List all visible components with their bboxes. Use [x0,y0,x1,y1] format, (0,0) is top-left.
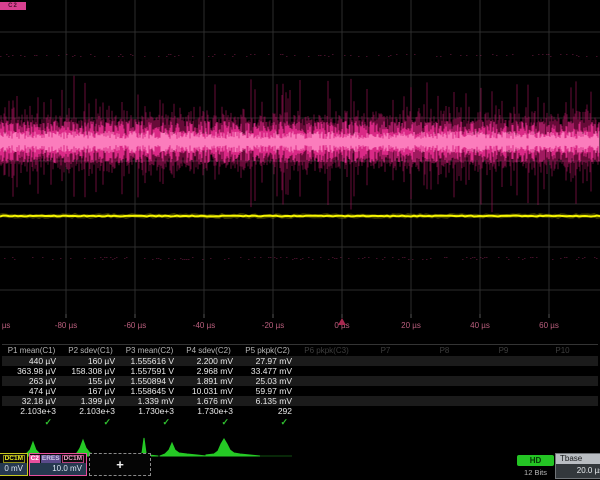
measure-column-header[interactable]: P2 sdev(C1) [61,346,120,355]
measure-stat-value: 6.135 mV [238,396,297,406]
oscilloscope-screen: C2 -100 µs-80 µs-60 µs-40 µs-20 µs0 µs20… [0,0,600,480]
measure-stat-value: 2.968 mV [179,366,238,376]
measure-stat-value: 10.031 mV [179,386,238,396]
time-axis-label: -20 µs [262,321,284,330]
measure-stat-value: 167 µV [61,386,120,396]
measure-stat-value: 474 µV [2,386,61,396]
timebase-value: 20.0 µs [556,464,600,478]
measure-column-header[interactable]: P1 mean(C1) [2,346,61,355]
timebase-descriptor[interactable]: Tbase 20.0 µs [555,453,600,479]
waveform-grid[interactable] [0,0,600,340]
hd-mode-badge[interactable]: HD [517,455,554,466]
time-axis-label: 20 µs [401,321,421,330]
measure-column-header[interactable]: P3 mean(C2) [120,346,179,355]
measure-column-header[interactable]: P5 pkpk(C2) [238,346,297,355]
measure-stat-value: 160 µV [61,356,120,366]
measure-column-header[interactable]: P7 [356,346,415,355]
measure-column-header[interactable]: P6 pkpk(C3) [297,346,356,355]
measure-stat-value: 1.891 mV [179,376,238,386]
measure-stat-value: 2.103e+3 [61,406,120,416]
hd-bits-label: 12 Bits [517,468,554,477]
add-trace-slot[interactable]: + [89,453,151,476]
measure-stat-value: 1.399 µV [61,396,120,406]
measure-stat-value: 25.03 mV [238,376,297,386]
measure-stat-value: 1.339 mV [120,396,179,406]
measure-stat-value: 1.558645 V [120,386,179,396]
c2-coupling-badge: DC1M [62,455,84,463]
measure-stat-value: 1.730e+3 [120,406,179,416]
measure-stat-value: 1.730e+3 [179,406,238,416]
measure-stat-value: 1.676 mV [179,396,238,406]
measure-stat-value: 263 µV [2,376,61,386]
measure-stat-value: 2.200 mV [179,356,238,366]
timebase-title: Tbase [556,454,600,464]
time-axis-label: 40 µs [470,321,490,330]
measure-column-header[interactable]: P8 [415,346,474,355]
time-axis-label: -100 µs [0,321,10,330]
measure-column-header[interactable]: P4 sdev(C2) [179,346,238,355]
plus-icon: + [116,458,124,471]
measure-stat-value: 1.555616 V [120,356,179,366]
measure-stat-value: 32.18 µV [2,396,61,406]
measure-stat-value: 1.557591 V [120,366,179,376]
time-axis-label: -60 µs [124,321,146,330]
c2-eres-badge: ERES [41,455,61,463]
trace-annotation-badge[interactable]: C2 [0,2,26,10]
measure-stat-value: 158.308 µV [61,366,120,376]
c2-label-badge: C2 [30,455,40,463]
time-axis-label: -80 µs [55,321,77,330]
measure-stat-value: 27.97 mV [238,356,297,366]
measure-column-header[interactable]: P9 [474,346,533,355]
measure-stat-value: 33.477 mV [238,366,297,376]
channel-c2-descriptor[interactable]: C2 ERES DC1M 10.0 mV [29,453,87,476]
measure-stat-value: 59.97 mV [238,386,297,396]
measure-stat-value: 2.103e+3 [2,406,61,416]
channel-c1-descriptor[interactable]: DC1M 0 mV [0,453,28,476]
c1-vdiv-value: 0 mV [0,463,27,475]
time-axis-label: 60 µs [539,321,559,330]
measure-stat-value: 440 µV [2,356,61,366]
measure-stat-value: 155 µV [61,376,120,386]
measure-stat-value: 292 [238,406,297,416]
measure-column-header[interactable]: P10 [533,346,592,355]
trigger-position-marker[interactable] [338,318,346,325]
c2-vdiv-value: 10.0 mV [30,463,86,475]
measurement-table: P1 mean(C1)P2 sdev(C1)P3 mean(C2)P4 sdev… [2,344,598,428]
measure-stat-value: 1.550894 V [120,376,179,386]
measure-stat-value: 363.98 µV [2,366,61,376]
time-axis-label: -40 µs [193,321,215,330]
c1-coupling-badge: DC1M [3,455,25,463]
